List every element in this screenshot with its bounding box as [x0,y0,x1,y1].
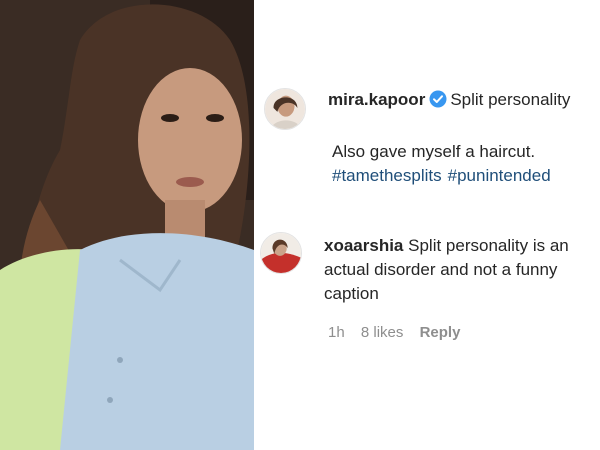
commenter-avatar[interactable] [260,232,302,274]
hashtag-link[interactable]: #tamethesplits [332,166,442,185]
reply-button[interactable]: Reply [420,324,461,341]
selfie-illustration [0,0,254,450]
comment-meta: 1h 8 likes Reply [328,324,472,341]
comment-time: 1h [328,324,345,341]
author-username[interactable]: mira.kapoor [328,90,425,109]
comments-panel: mira.kapoor Split personality Also gave m… [254,0,600,450]
hashtag-link[interactable]: #punintended [448,166,551,185]
comment-body: xoaarshia Split personality is an actual… [324,234,596,306]
post-header: mira.kapoor Split personality [328,90,570,110]
author-avatar[interactable] [264,88,306,130]
caption-line: Also gave myself a haircut. [332,142,536,161]
post-caption: Also gave myself a haircut. #tamethespli… [332,140,557,188]
post-header-text: Split personality [450,90,571,109]
verified-badge-icon [429,90,447,108]
post-photo [0,0,254,450]
commenter-username[interactable]: xoaarshia [324,236,403,255]
comment-likes[interactable]: 8 likes [361,324,404,341]
caption-hashtags: #tamethesplits #punintended [332,164,557,188]
